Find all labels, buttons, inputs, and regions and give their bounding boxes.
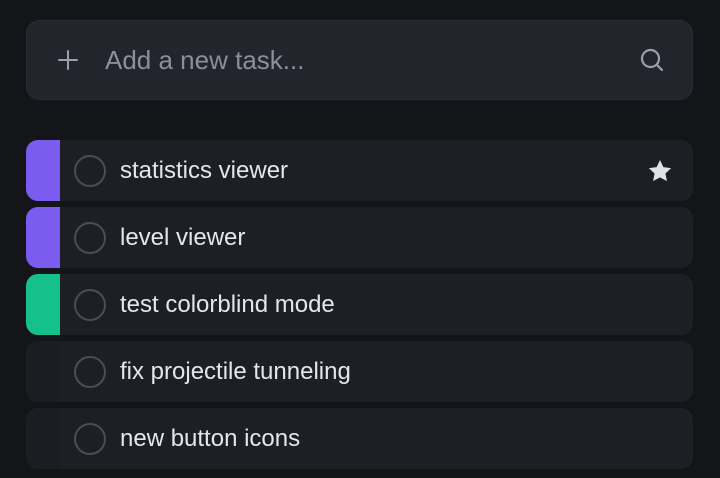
- color-tag: [26, 274, 60, 335]
- task-item[interactable]: fix projectile tunneling: [26, 341, 693, 402]
- task-label: level viewer: [120, 223, 246, 251]
- color-tag: [26, 341, 60, 402]
- task-list: statistics viewer level viewer test colo…: [26, 140, 693, 475]
- task-label: new button icons: [120, 424, 301, 452]
- add-task-input[interactable]: [105, 44, 638, 76]
- complete-checkbox[interactable]: [74, 221, 106, 254]
- task-item[interactable]: statistics viewer: [26, 140, 693, 201]
- complete-checkbox[interactable]: [74, 288, 106, 321]
- color-tag: [26, 140, 60, 201]
- todo-app: statistics viewer level viewer test colo…: [0, 0, 720, 478]
- task-item[interactable]: test colorblind mode: [26, 274, 693, 335]
- plus-icon[interactable]: [57, 49, 79, 71]
- task-label: test colorblind mode: [120, 290, 335, 318]
- color-tag: [26, 207, 60, 268]
- color-tag: [26, 408, 60, 469]
- search-icon[interactable]: [638, 46, 666, 74]
- task-label: statistics viewer: [120, 156, 289, 184]
- add-task-bar[interactable]: [26, 20, 693, 100]
- task-item[interactable]: new button icons: [26, 408, 693, 469]
- complete-checkbox[interactable]: [74, 355, 106, 388]
- complete-checkbox[interactable]: [74, 154, 106, 187]
- complete-checkbox[interactable]: [74, 422, 106, 455]
- star-icon[interactable]: [647, 158, 673, 184]
- task-label: fix projectile tunneling: [120, 357, 351, 385]
- task-item[interactable]: level viewer: [26, 207, 693, 268]
